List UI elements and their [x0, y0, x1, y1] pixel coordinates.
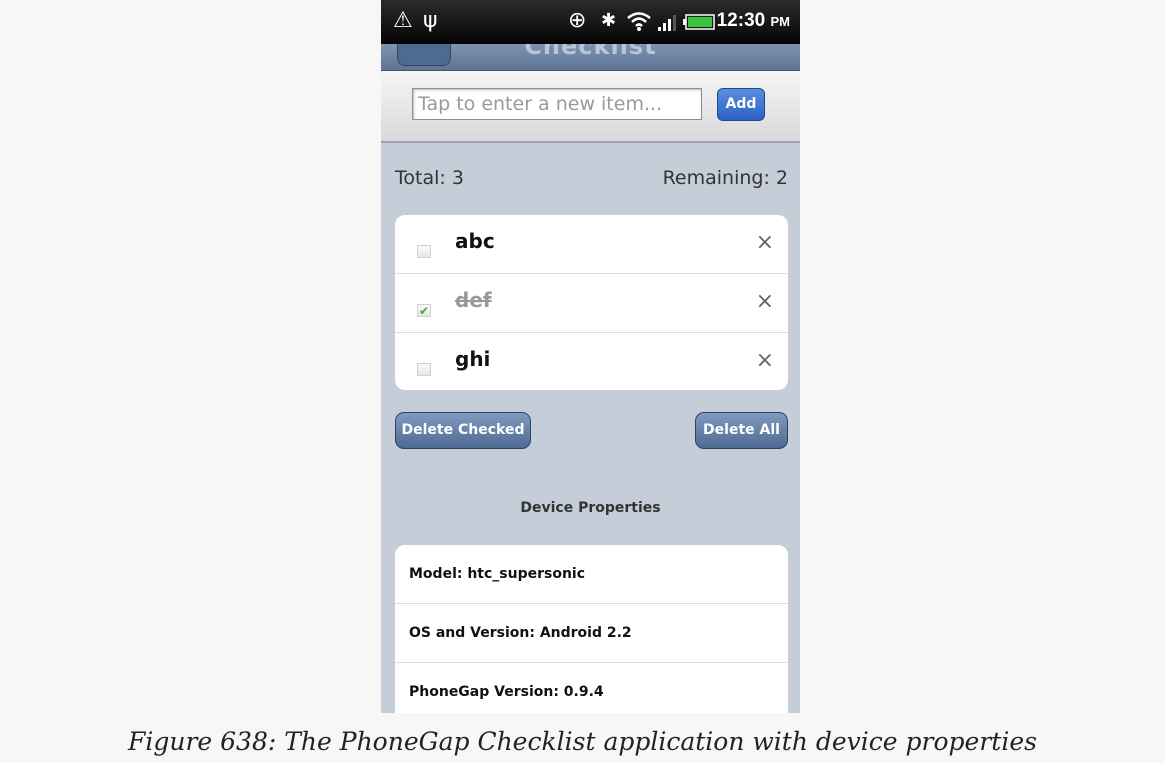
title-bar: Checklist: [381, 44, 800, 71]
close-icon[interactable]: ×: [756, 230, 774, 255]
item-label: ghi: [455, 347, 491, 371]
list-item: OS and Version: Android 2.2: [395, 604, 788, 663]
delete-all-button[interactable]: Delete All: [695, 412, 788, 449]
item-checkbox[interactable]: [417, 363, 431, 376]
list-item: ghi ×: [395, 333, 788, 390]
new-item-input[interactable]: [412, 88, 702, 120]
add-button[interactable]: Add: [717, 88, 765, 121]
clock: 12:30 PM: [716, 10, 790, 31]
item-label: abc: [455, 229, 495, 253]
phonegap-version: PhoneGap Version: 0.9.4: [409, 684, 604, 700]
wifi-icon: [627, 12, 651, 31]
figure-caption: Figure 638: The PhoneGap Checklist appli…: [128, 727, 1037, 756]
item-checkbox[interactable]: [417, 245, 431, 258]
list-item: abc ×: [395, 215, 788, 274]
total-count: Total: 3: [395, 167, 464, 189]
remaining-count: Remaining: 2: [662, 167, 788, 189]
device-properties-heading: Device Properties: [520, 500, 661, 516]
signal-icon: [658, 15, 676, 31]
new-item-bar: Add: [381, 71, 800, 143]
phone-screen: ⚠ ψ ⊕ ✱ 12:30 PM Checklist Add Total: 3: [381, 0, 800, 713]
usb-icon: ψ: [423, 8, 438, 33]
warning-icon: ⚠: [393, 8, 413, 33]
gps-icon: ⊕: [568, 8, 587, 33]
list-item: PhoneGap Version: 0.9.4: [395, 663, 788, 713]
list-item: ✔ def ×: [395, 274, 788, 333]
status-bar: ⚠ ψ ⊕ ✱ 12:30 PM: [381, 0, 800, 44]
os-version: OS and Version: Android 2.2: [409, 625, 632, 641]
close-icon[interactable]: ×: [756, 348, 774, 373]
device-properties-list: Model: htc_supersonic OS and Version: An…: [395, 545, 788, 713]
item-label: def: [455, 288, 492, 312]
checklist: abc × ✔ def × ghi ×: [395, 215, 788, 390]
delete-checked-button[interactable]: Delete Checked: [395, 412, 531, 449]
list-item: Model: htc_supersonic: [395, 545, 788, 604]
page-title: Checklist: [524, 44, 657, 60]
battery-icon: [683, 14, 715, 30]
device-model: Model: htc_supersonic: [409, 566, 586, 582]
item-checkbox-checked[interactable]: ✔: [417, 304, 431, 318]
bluetooth-icon: ✱: [601, 10, 617, 31]
close-icon[interactable]: ×: [756, 289, 774, 314]
